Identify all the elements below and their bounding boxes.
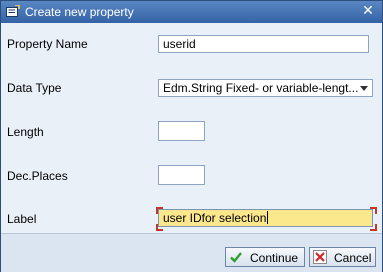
property-name-label: Property Name	[7, 37, 88, 51]
label-input[interactable]: user IDfor selection	[158, 209, 373, 227]
create-property-dialog: Create new property ✕ Property Name user…	[0, 0, 383, 272]
checkmark-icon	[230, 252, 242, 263]
create-icon	[6, 5, 20, 17]
title-bar[interactable]: Create new property ✕	[1, 1, 382, 23]
close-icon[interactable]: ✕	[360, 3, 376, 19]
text-caret	[267, 211, 269, 224]
label-value: user IDfor selection	[163, 211, 267, 225]
dialog-body: Property Name userid Data Type Edm.Strin…	[1, 23, 382, 233]
cancel-icon	[313, 250, 327, 264]
continue-label: Continue	[250, 251, 299, 265]
length-label: Length	[7, 125, 44, 139]
label-label: Label	[7, 212, 37, 226]
window-title: Create new property	[25, 5, 134, 19]
data-type-select[interactable]: Edm.String Fixed- or variable-lengt...	[158, 79, 373, 97]
cancel-button[interactable]: Cancel	[309, 247, 376, 267]
focus-corner-tr	[370, 207, 377, 214]
chevron-down-icon[interactable]	[360, 86, 368, 91]
dec-places-label: Dec.Places	[7, 169, 68, 183]
data-type-label: Data Type	[7, 81, 62, 95]
focus-corner-tl	[156, 207, 163, 214]
data-type-value: Edm.String Fixed- or variable-lengt...	[163, 81, 359, 95]
focus-corner-bl	[156, 224, 163, 231]
focus-corner-br	[370, 224, 377, 231]
length-input[interactable]	[158, 121, 205, 141]
cancel-label: Cancel	[334, 251, 372, 265]
property-name-input[interactable]: userid	[158, 35, 369, 53]
dec-places-input[interactable]	[158, 165, 205, 185]
continue-button[interactable]: Continue	[225, 247, 305, 267]
button-bar: Continue Cancel	[1, 233, 382, 272]
